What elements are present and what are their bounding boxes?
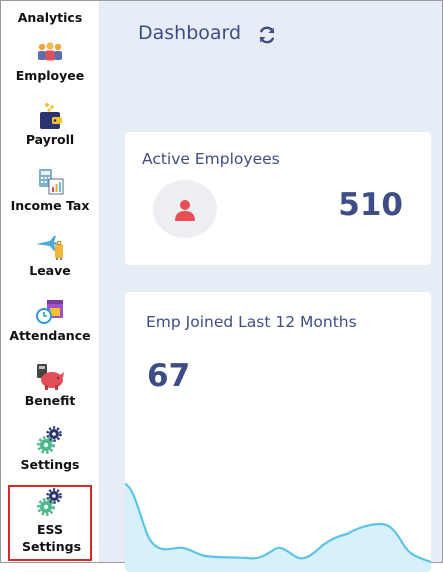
card-title: Active Employees	[142, 150, 280, 168]
employee-group-icon	[38, 42, 62, 61]
airplane-luggage-icon	[36, 236, 63, 260]
sidebar-item-attendance[interactable]: Attendance	[1, 297, 99, 343]
active-employees-count: 510	[338, 187, 403, 223]
sidebar-item-benefit[interactable]: Benefit	[1, 362, 99, 408]
sidebar-item-label: Employee	[15, 68, 85, 83]
page-title: Dashboard	[138, 22, 242, 44]
sidebar-item-ess-settings[interactable]: ESS Settings	[8, 485, 92, 561]
calculator-chart-icon	[39, 169, 64, 195]
clock-calendar-icon	[36, 300, 63, 324]
sidebar-item-label: Income Tax	[10, 198, 90, 213]
sidebar-item-label: Settings	[20, 457, 80, 472]
gears-icon	[37, 426, 62, 454]
avatar	[153, 180, 217, 238]
emp-joined-card[interactable]: Emp Joined Last 12 Months 67	[125, 292, 431, 572]
piggy-bank-icon	[37, 364, 64, 390]
emp-joined-count: 67	[147, 358, 191, 394]
wallet-icon	[40, 103, 62, 129]
joined-trend-chart	[125, 482, 431, 572]
sidebar-item-leave[interactable]: Leave	[1, 232, 99, 278]
dashboard-main: Dashboard Active Employees 510 Emp Joine…	[100, 1, 442, 572]
card-title: Emp Joined Last 12 Months	[146, 313, 357, 331]
sidebar-item-label: Payroll	[25, 132, 75, 147]
person-icon	[175, 200, 195, 221]
sidebar-item-label: Benefit	[24, 393, 76, 408]
sidebar-item-analytics[interactable]: Analytics	[1, 9, 99, 25]
gears-icon	[37, 488, 62, 516]
sidebar-item-employee[interactable]: Employee	[1, 37, 99, 83]
sidebar-item-label: Leave	[29, 263, 71, 278]
chart-area	[125, 484, 431, 572]
active-employees-card[interactable]: Active Employees 510	[125, 132, 431, 265]
refresh-icon[interactable]	[257, 25, 277, 45]
sidebar-item-payroll[interactable]: Payroll	[1, 101, 99, 147]
sidebar-item-income-tax[interactable]: Income Tax	[1, 167, 99, 213]
sidebar: Analytics Employee Payroll Income Tax Le…	[1, 1, 100, 562]
sidebar-item-settings[interactable]: Settings	[1, 426, 99, 472]
sidebar-item-label: Analytics	[17, 10, 83, 25]
sidebar-item-label: Attendance	[9, 328, 91, 343]
sidebar-item-label: ESS Settings	[22, 522, 82, 554]
